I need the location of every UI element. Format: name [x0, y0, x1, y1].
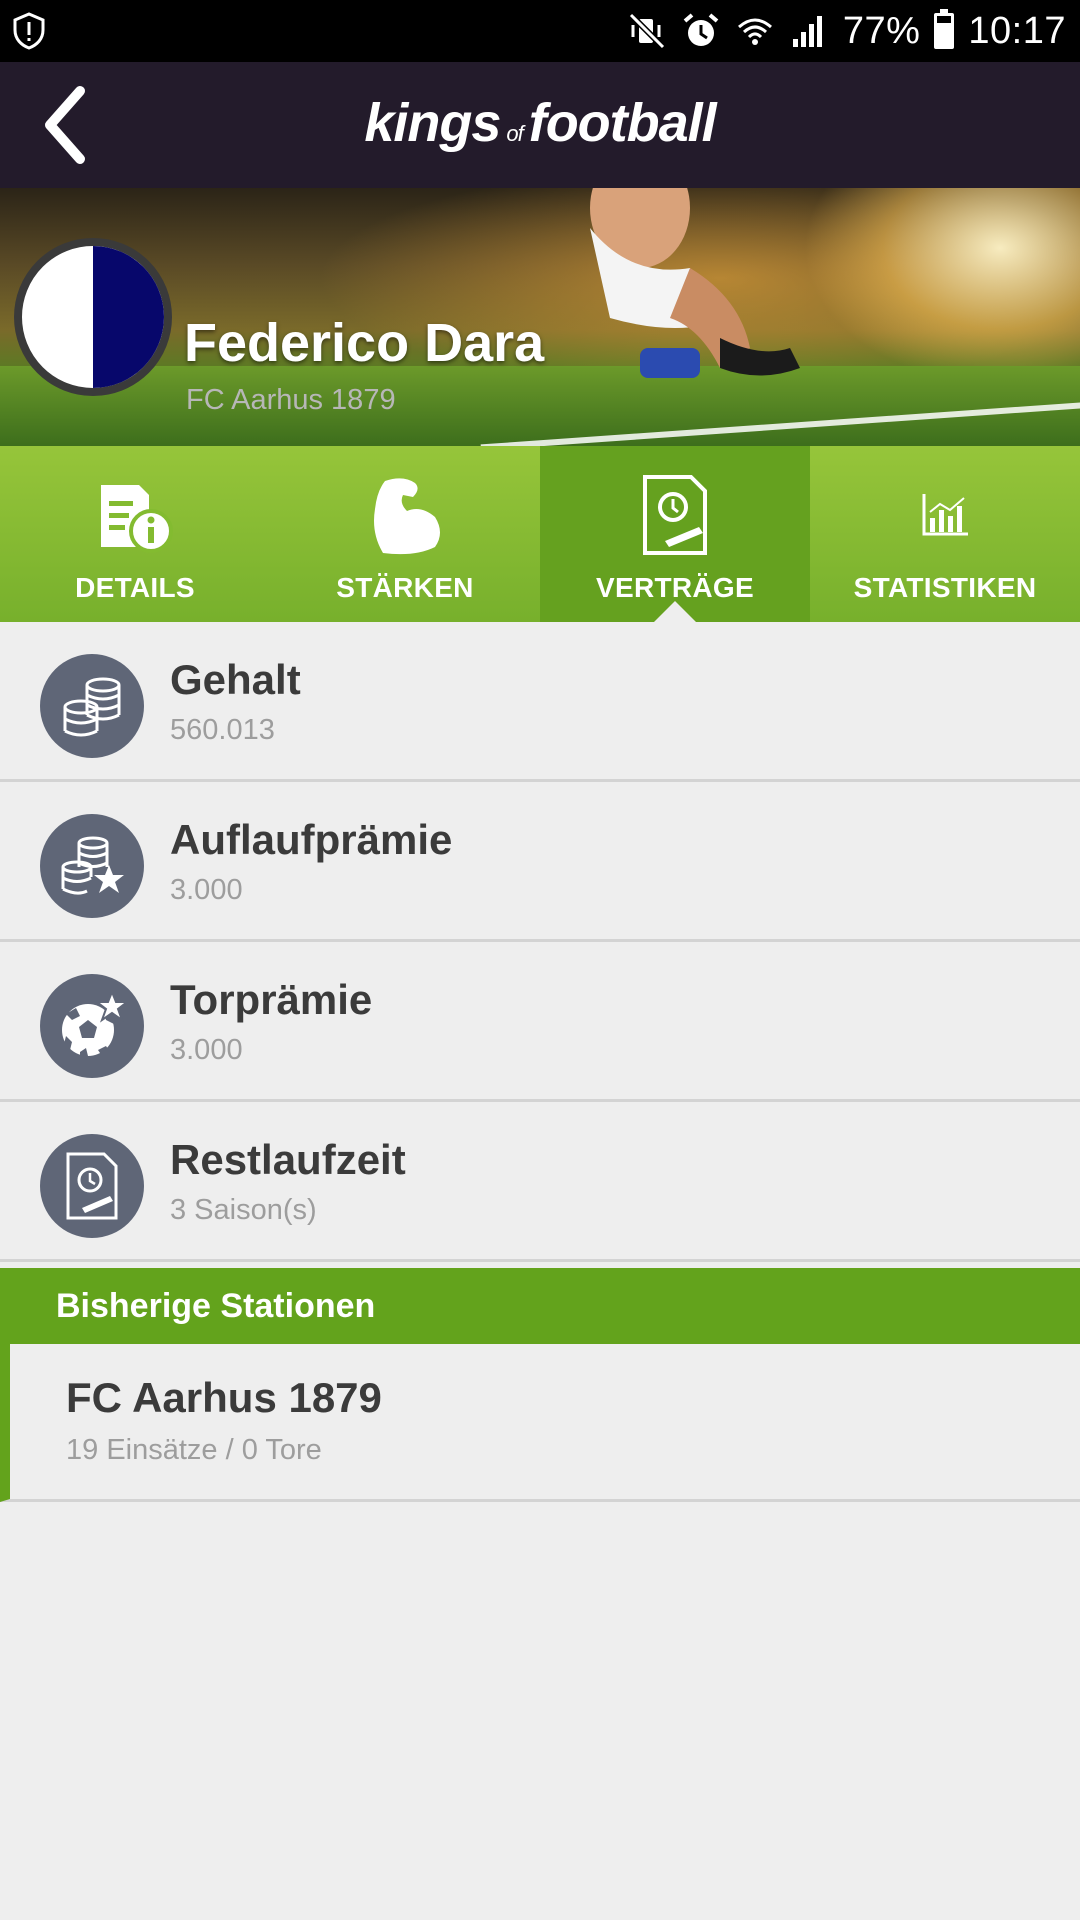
- signal-icon: [789, 11, 829, 51]
- logo-word-of: of: [506, 121, 523, 146]
- status-bar: 77% 10:17: [0, 0, 1080, 62]
- tab-statistics-label: STATISTIKEN: [853, 572, 1037, 603]
- wifi-icon: [735, 11, 775, 51]
- station-club: FC Aarhus 1879: [66, 1374, 382, 1421]
- stations-heading: Bisherige Stationen: [0, 1268, 1080, 1344]
- contract-icon: [643, 475, 707, 555]
- active-tab-indicator: [653, 601, 697, 623]
- list-item-appearance-bonus: Auflaufprämie 3.000: [0, 782, 1080, 942]
- clock: 10:17: [968, 9, 1066, 52]
- alarm-icon: [681, 11, 721, 51]
- goal-bonus-title: Torprämie: [170, 976, 373, 1023]
- tab-details-label: DETAILS: [75, 572, 195, 603]
- logo-word-football: football: [528, 93, 717, 153]
- list-item-salary: Gehalt 560.013: [0, 622, 1080, 782]
- app-logo: kings of football: [0, 92, 1080, 154]
- station-stats: 19 Einsätze / 0 Tore: [66, 1434, 322, 1466]
- contract-list: Gehalt 560.013 Auflaufprämie 3.000 Torpr…: [0, 622, 1080, 1262]
- contract-clock-icon: [66, 1152, 118, 1220]
- battery-percentage: 77%: [842, 9, 921, 52]
- remaining-term-title: Restlaufzeit: [170, 1136, 406, 1183]
- tab-contracts[interactable]: VERTRÄGE: [540, 446, 810, 623]
- tab-details[interactable]: DETAILS: [0, 446, 270, 622]
- tab-bar: DETAILS STÄRKEN VERTRÄGE STATISTIKEN: [0, 446, 1080, 623]
- salary-title: Gehalt: [170, 656, 301, 703]
- list-item-goal-bonus: Torprämie 3.000: [0, 942, 1080, 1102]
- strength-icon: [374, 478, 440, 555]
- details-icon: [101, 485, 173, 553]
- player-club: FC Aarhus 1879: [186, 384, 396, 416]
- list-item-station[interactable]: FC Aarhus 1879 19 Einsätze / 0 Tore: [0, 1344, 1080, 1502]
- battery-icon: [934, 9, 955, 49]
- coins-icon: [63, 677, 121, 737]
- list-item-remaining-term: Restlaufzeit 3 Saison(s): [0, 1102, 1080, 1262]
- shield-alert-icon: [12, 12, 46, 50]
- goal-bonus-value: 3.000: [170, 1034, 243, 1066]
- tab-strengths[interactable]: STÄRKEN: [270, 446, 540, 622]
- hero-player-illustration: [590, 188, 800, 378]
- tab-statistics[interactable]: STATISTIKEN: [810, 446, 1080, 622]
- appearance-bonus-value: 3.000: [170, 874, 243, 906]
- coins-star-icon: [61, 836, 124, 895]
- player-name: Federico Dara: [184, 313, 545, 373]
- club-avatar-navy-half: [93, 246, 164, 388]
- mute-vibrate-icon: [627, 11, 667, 51]
- app-bar: kings of football: [0, 62, 1080, 188]
- statistics-icon: [922, 494, 968, 536]
- remaining-term-value: 3 Saison(s): [170, 1194, 317, 1226]
- ball-star-icon: [62, 990, 128, 1056]
- tab-contracts-label: VERTRÄGE: [596, 572, 754, 603]
- salary-value: 560.013: [170, 714, 275, 746]
- appearance-bonus-title: Auflaufprämie: [170, 816, 453, 863]
- tab-strengths-label: STÄRKEN: [336, 572, 474, 603]
- logo-word-kings: kings: [364, 93, 501, 153]
- club-avatar: [14, 238, 172, 396]
